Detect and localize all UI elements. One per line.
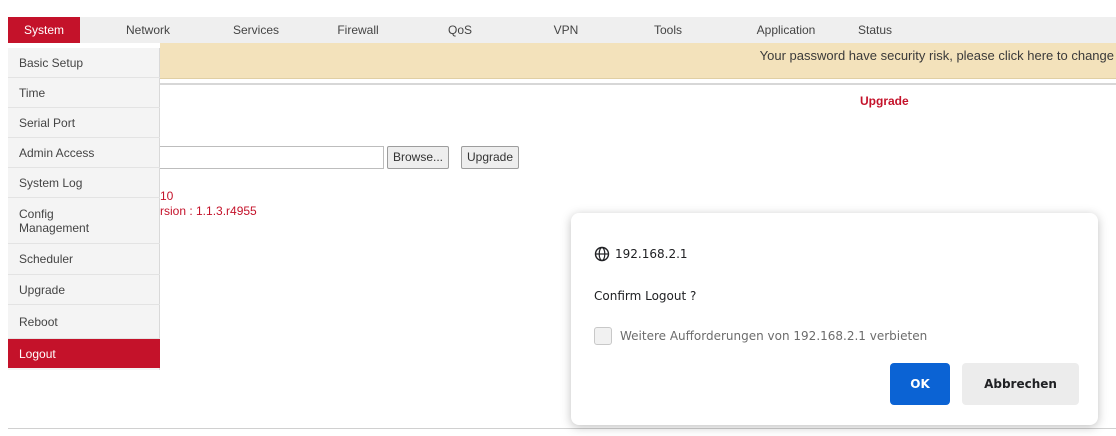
nav-item-vpn[interactable]: VPN — [546, 17, 586, 43]
nav-item-qos[interactable]: QoS — [440, 17, 480, 43]
nav-item-network[interactable]: Network — [116, 17, 180, 43]
page-divider — [160, 83, 1116, 85]
nav-item-status[interactable]: Status — [850, 17, 900, 43]
menu-item-serial-port[interactable]: Serial Port — [8, 108, 160, 138]
menu-item-scheduler[interactable]: Scheduler — [8, 244, 160, 275]
menu-item-system-log[interactable]: System Log — [8, 168, 160, 198]
menu-item-logout[interactable]: Logout — [8, 339, 160, 368]
globe-icon — [594, 246, 610, 262]
bottom-divider — [8, 428, 1116, 429]
nav-item-tools[interactable]: Tools — [646, 17, 690, 43]
upgrade-button[interactable]: Upgrade — [461, 146, 520, 169]
dialog-origin-text: 192.168.2.1 — [615, 247, 688, 261]
suppress-prompts-label[interactable]: Weitere Aufforderungen von 192.168.2.1 v… — [620, 329, 927, 343]
system-dropdown-menu: Basic Setup Time Serial Port Admin Acces… — [8, 48, 160, 370]
ok-button[interactable]: OK — [890, 363, 950, 405]
menu-item-config-management[interactable]: Config Management — [8, 198, 160, 244]
dialog-origin: 192.168.2.1 — [594, 246, 688, 262]
nav-item-services[interactable]: Services — [224, 17, 288, 43]
firmware-info-line: 10 — [160, 189, 174, 203]
suppress-prompts-checkbox[interactable] — [594, 327, 612, 345]
suppress-prompts-option: Weitere Aufforderungen von 192.168.2.1 v… — [594, 327, 927, 345]
browse-button[interactable]: Browse... — [387, 146, 450, 169]
cancel-button[interactable]: Abbrechen — [962, 363, 1079, 405]
firmware-version-text: rsion : 1.1.3.r4955 — [160, 204, 257, 218]
menu-item-upgrade[interactable]: Upgrade — [8, 275, 160, 305]
menu-item-admin-access[interactable]: Admin Access — [8, 138, 160, 168]
dialog-message: Confirm Logout ? — [594, 289, 697, 303]
nav-item-firewall[interactable]: Firewall — [328, 17, 388, 43]
firmware-file-field[interactable] — [160, 146, 384, 169]
security-warning-banner[interactable]: Your password have security risk, please… — [160, 43, 1116, 79]
top-nav-bar: System Network Services Firewall QoS VPN… — [8, 17, 1116, 43]
menu-item-reboot[interactable]: Reboot — [8, 305, 160, 339]
page-title: Upgrade — [860, 94, 909, 108]
menu-item-basic-setup[interactable]: Basic Setup — [8, 48, 160, 78]
security-warning-link[interactable]: Your password have security risk, please… — [760, 48, 1114, 63]
nav-item-application[interactable]: Application — [750, 17, 822, 43]
nav-item-system[interactable]: System — [8, 17, 80, 43]
menu-item-time[interactable]: Time — [8, 78, 160, 108]
logout-confirm-dialog: 192.168.2.1 Confirm Logout ? Weitere Auf… — [571, 213, 1098, 425]
